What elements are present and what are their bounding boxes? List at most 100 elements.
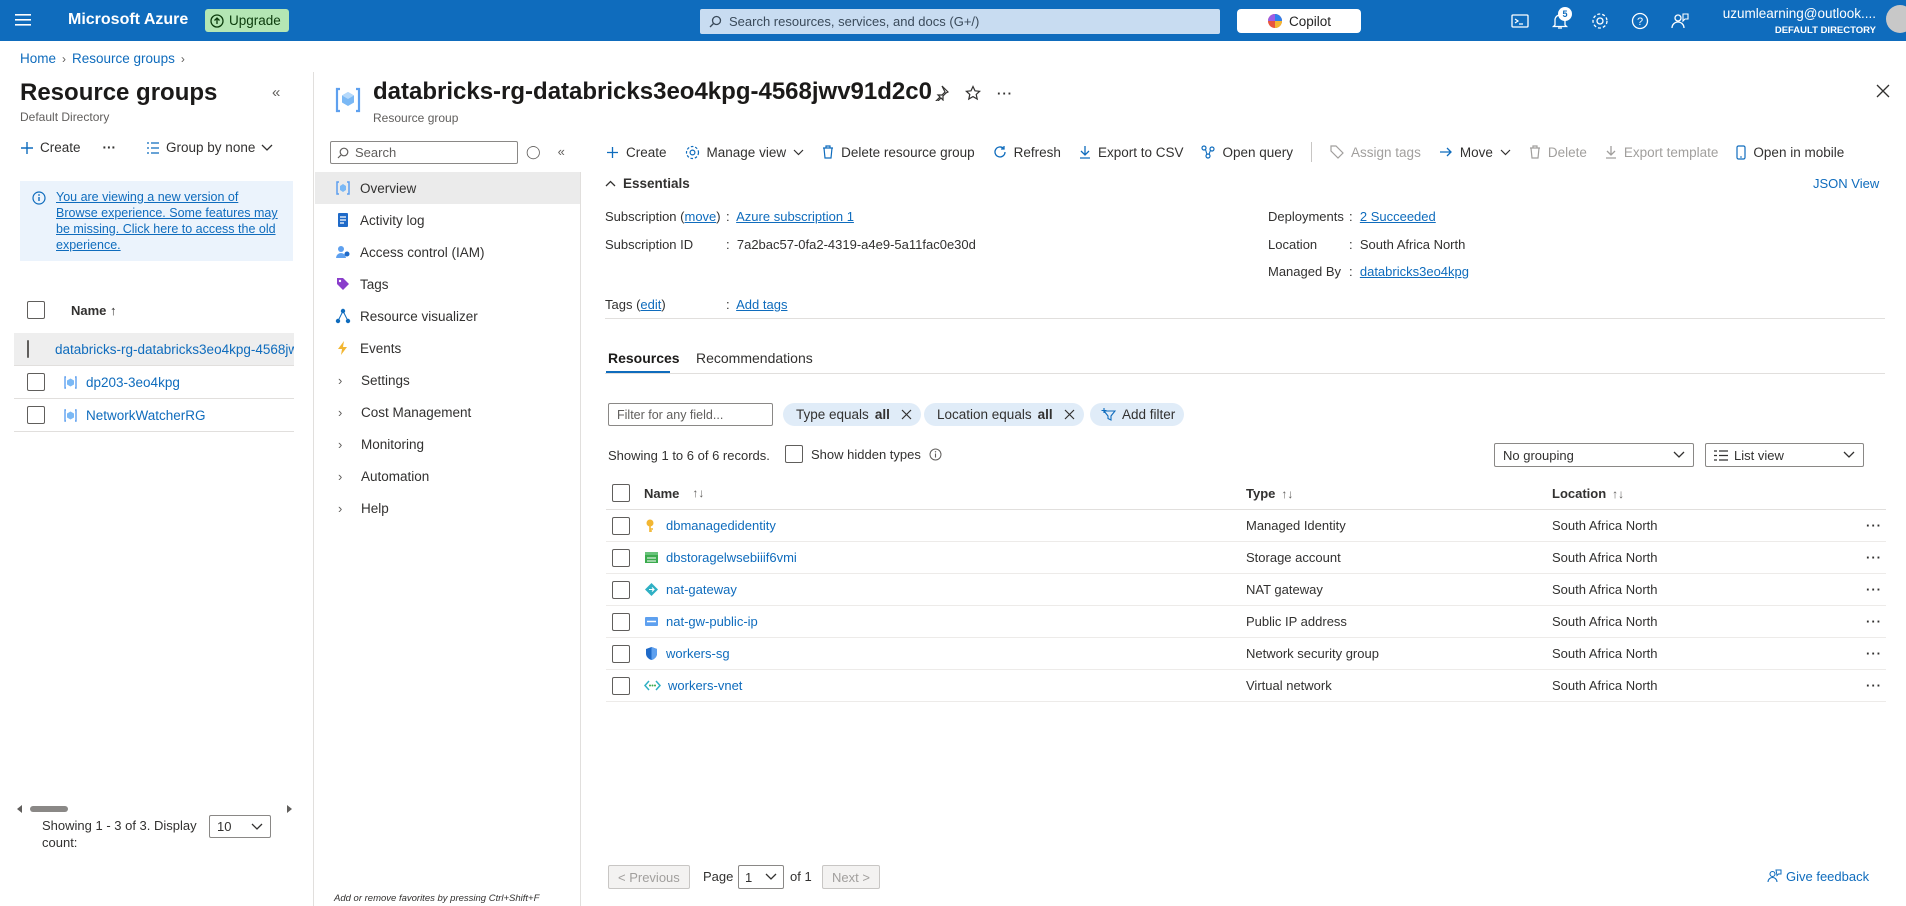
type-column-header[interactable]: Type ↑↓ <box>1246 486 1552 501</box>
row-checkbox[interactable] <box>612 612 630 631</box>
resource-group-link[interactable]: databricks-rg-databricks3eo4kpg-4568jwv9… <box>55 342 294 357</box>
select-all-checkbox[interactable] <box>27 301 45 319</box>
close-icon[interactable] <box>1876 84 1890 98</box>
table-row[interactable]: nat-gw-public-ip Public IP address South… <box>606 606 1886 638</box>
star-favorite-icon[interactable] <box>965 85 981 101</box>
info-icon[interactable] <box>929 448 942 461</box>
row-checkbox[interactable] <box>27 406 45 424</box>
grouping-dropdown[interactable]: No grouping <box>1494 443 1694 467</box>
row-checkbox[interactable] <box>612 548 630 567</box>
breadcrumb-home[interactable]: Home <box>20 51 56 66</box>
avatar[interactable] <box>1886 5 1906 33</box>
create-resource-button[interactable]: Create <box>606 145 667 160</box>
menu-item-overview[interactable]: Overview <box>315 172 580 204</box>
azure-brand[interactable]: Microsoft Azure <box>68 11 188 29</box>
copilot-button[interactable]: Copilot <box>1237 9 1361 33</box>
menu-item-activity-log[interactable]: Activity log <box>315 204 580 236</box>
cloud-shell-icon[interactable] <box>1510 11 1530 31</box>
row-more-icon[interactable]: ··· <box>1862 614 1886 629</box>
open-in-mobile-button[interactable]: Open in mobile <box>1736 145 1844 160</box>
deployments-link[interactable]: 2 Succeeded <box>1360 209 1436 224</box>
row-checkbox[interactable] <box>612 580 630 599</box>
create-button[interactable]: Create <box>20 140 81 155</box>
name-column-header[interactable]: Name ↑↓ <box>636 486 1246 501</box>
assign-tags-button[interactable]: Assign tags <box>1330 145 1421 160</box>
resource-link[interactable]: workers-vnet <box>668 678 742 693</box>
horizontal-scrollbar[interactable] <box>16 802 293 816</box>
export-csv-button[interactable]: Export to CSV <box>1079 145 1183 160</box>
show-hidden-types-toggle[interactable]: Show hidden types <box>785 445 942 463</box>
managed-by-link[interactable]: databricks3eo4kpg <box>1360 264 1469 279</box>
list-item[interactable]: dp203-3eo4kpg <box>14 366 294 399</box>
global-search-input[interactable]: Search resources, services, and docs (G+… <box>700 9 1220 34</box>
manage-view-button[interactable]: Manage view <box>685 145 805 160</box>
row-more-icon[interactable]: ··· <box>1862 518 1886 533</box>
help-question-icon[interactable]: ? <box>1630 11 1650 31</box>
tab-recommendations[interactable]: Recommendations <box>696 350 813 366</box>
table-row[interactable]: workers-vnet Virtual network South Afric… <box>606 670 1886 702</box>
upgrade-button[interactable]: Upgrade <box>205 9 289 32</box>
show-hidden-checkbox[interactable] <box>785 445 803 463</box>
delete-resource-group-button[interactable]: Delete resource group <box>822 145 975 160</box>
menu-item-tags[interactable]: Tags <box>315 268 580 300</box>
move-subscription-link[interactable]: move <box>684 209 716 224</box>
collapse-panel-icon[interactable]: « <box>272 84 280 101</box>
menu-search-input[interactable]: Search <box>330 141 518 164</box>
resource-link[interactable]: nat-gateway <box>666 582 737 597</box>
resource-link[interactable]: workers-sg <box>666 646 730 661</box>
menu-item-events[interactable]: Events <box>315 332 580 364</box>
collapse-menu-icon[interactable]: « <box>558 144 565 160</box>
expand-collapse-icon[interactable]: ◯ <box>526 144 541 160</box>
row-checkbox[interactable] <box>27 373 45 391</box>
display-count-dropdown[interactable]: 10 <box>209 815 271 838</box>
resource-group-link[interactable]: NetworkWatcherRG <box>86 408 206 423</box>
account-name[interactable]: uzumlearning@outlook.... <box>1723 6 1876 21</box>
add-tags-link[interactable]: Add tags <box>736 297 787 312</box>
open-query-button[interactable]: Open query <box>1201 145 1293 160</box>
close-icon[interactable] <box>1064 409 1075 420</box>
tab-resources[interactable]: Resources <box>608 350 680 366</box>
subscription-link[interactable]: Azure subscription 1 <box>736 209 854 224</box>
menu-group-settings[interactable]: › Settings <box>315 364 580 396</box>
essentials-toggle[interactable]: Essentials <box>605 176 690 191</box>
row-checkbox[interactable] <box>612 676 630 695</box>
give-feedback-link[interactable]: Give feedback <box>1767 869 1869 884</box>
menu-group-cost-management[interactable]: › Cost Management <box>315 396 580 428</box>
row-more-icon[interactable]: ··· <box>1862 550 1886 565</box>
row-checkbox[interactable] <box>612 516 630 535</box>
table-row[interactable]: nat-gateway NAT gateway South Africa Nor… <box>606 574 1886 606</box>
menu-group-automation[interactable]: › Automation <box>315 460 580 492</box>
row-more-icon[interactable]: ··· <box>1862 646 1886 661</box>
filter-input[interactable]: Filter for any field... <box>608 403 773 426</box>
name-column-header[interactable]: Name ↑ <box>71 303 117 318</box>
settings-gear-icon[interactable] <box>1590 11 1610 31</box>
row-more-icon[interactable]: ··· <box>1862 582 1886 597</box>
table-row[interactable]: dbstoragelwsebiiif6vmi Storage account S… <box>606 542 1886 574</box>
select-all-checkbox[interactable] <box>612 484 630 502</box>
row-more-icon[interactable]: ··· <box>1862 678 1886 693</box>
more-actions-button[interactable]: ··· <box>103 140 117 155</box>
pin-icon[interactable] <box>933 85 949 101</box>
list-item[interactable]: NetworkWatcherRG <box>14 399 294 432</box>
more-options-icon[interactable]: ··· <box>997 86 1013 101</box>
group-by-dropdown[interactable]: Group by none <box>146 140 273 155</box>
menu-group-monitoring[interactable]: › Monitoring <box>315 428 580 460</box>
table-row[interactable]: workers-sg Network security group South … <box>606 638 1886 670</box>
menu-group-help[interactable]: › Help <box>315 492 580 524</box>
old-experience-link[interactable]: You are viewing a new version of Browse … <box>56 190 278 252</box>
export-template-button[interactable]: Export template <box>1605 145 1718 160</box>
menu-item-resource-visualizer[interactable]: Resource visualizer <box>315 300 580 332</box>
hamburger-menu-icon[interactable] <box>15 13 31 27</box>
close-icon[interactable] <box>901 409 912 420</box>
menu-item-iam[interactable]: Access control (IAM) <box>315 236 580 268</box>
type-filter-pill[interactable]: Type equals all <box>783 403 921 426</box>
previous-page-button[interactable]: < Previous <box>608 865 690 889</box>
json-view-link[interactable]: JSON View <box>1813 176 1879 191</box>
resource-group-link[interactable]: dp203-3eo4kpg <box>86 375 180 390</box>
row-checkbox[interactable] <box>612 644 630 663</box>
move-button[interactable]: Move <box>1439 145 1511 160</box>
resource-link[interactable]: nat-gw-public-ip <box>666 614 758 629</box>
refresh-button[interactable]: Refresh <box>993 145 1061 160</box>
view-dropdown[interactable]: List view <box>1705 443 1864 467</box>
resource-link[interactable]: dbmanagedidentity <box>666 518 776 533</box>
